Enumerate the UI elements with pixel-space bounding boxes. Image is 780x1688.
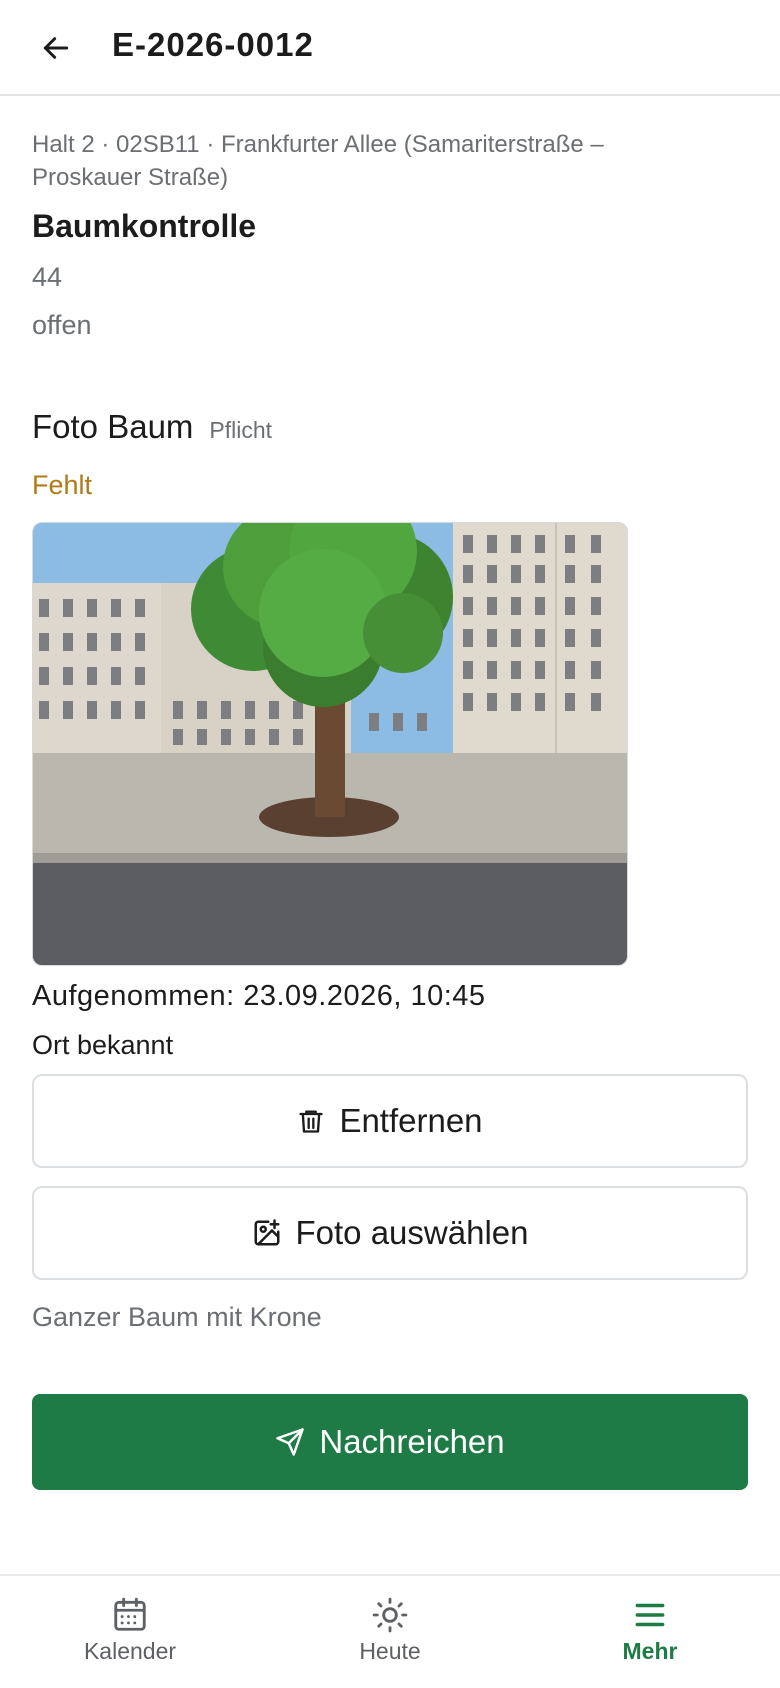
task-status: offen <box>32 310 92 340</box>
submit-button[interactable]: Nachreichen <box>32 1394 748 1490</box>
remove-photo-button[interactable]: Entfernen <box>32 1074 748 1168</box>
app-header: E-2026-0012 <box>0 0 780 96</box>
trash-icon <box>299 1110 324 1133</box>
sun-icon <box>372 1597 408 1633</box>
nav-item-heute[interactable]: Heute <box>300 1596 480 1665</box>
bottom-navigation: Kalender Heute Mehr <box>0 1574 780 1688</box>
nav-label-kalender: Kalender <box>83 1638 177 1664</box>
select-photo-button[interactable]: Foto auswählen <box>32 1186 748 1280</box>
menu-icon <box>635 1603 665 1627</box>
nav-label-heute: Heute <box>359 1638 421 1664</box>
tree-photo[interactable] <box>32 522 628 966</box>
back-button[interactable] <box>36 28 76 68</box>
page-title: E-2026-0012 <box>112 26 314 63</box>
task-title: Baumkontrolle <box>32 208 257 244</box>
calendar-icon <box>114 1597 146 1631</box>
photo-timestamp: Aufgenommen: 23.09.2026, 10:45 <box>32 980 486 1012</box>
photo-status: Fehlt <box>32 470 93 500</box>
location-breadcrumb: Halt 2 · 02SB11 · Frankfurter Allee (Sam… <box>32 131 604 191</box>
nav-item-kalender[interactable]: Kalender <box>40 1596 220 1665</box>
tree-photo-image <box>33 523 627 965</box>
photo-section-header: Foto Baum Pflicht <box>32 408 272 446</box>
send-icon <box>276 1428 305 1456</box>
image-add-icon <box>254 1219 279 1246</box>
nav-label-mehr: Mehr <box>622 1638 678 1664</box>
task-number: 44 <box>32 262 63 292</box>
photo-location-status: Ort bekannt <box>32 1030 174 1060</box>
select-photo-label: Foto auswählen <box>295 1214 529 1251</box>
nav-item-mehr[interactable]: Mehr <box>560 1596 740 1665</box>
photo-hint: Ganzer Baum mit Krone <box>32 1302 322 1332</box>
remove-photo-label: Entfernen <box>339 1102 483 1139</box>
arrow-left-icon <box>43 37 69 59</box>
submit-label: Nachreichen <box>319 1423 505 1460</box>
photo-section-title: Foto Baum <box>32 408 194 445</box>
required-label: Pflicht <box>209 417 273 443</box>
